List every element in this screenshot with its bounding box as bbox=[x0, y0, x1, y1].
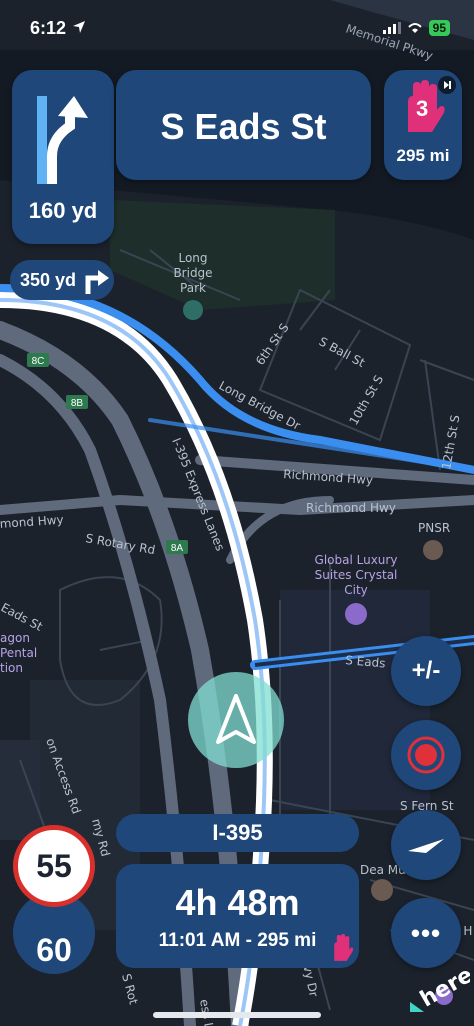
map-label-global-luxury-1: Global Luxury bbox=[315, 553, 398, 567]
compass-button[interactable] bbox=[391, 810, 461, 880]
map-label-pnsr: PNSR bbox=[418, 521, 450, 535]
pnsr-building-icon[interactable] bbox=[423, 540, 443, 560]
map-label-park-3: Park bbox=[180, 281, 206, 295]
speed-limit-sign: 55 bbox=[13, 825, 95, 907]
map-label-global-luxury-3: City bbox=[344, 583, 368, 597]
map-label-park-2: Bridge bbox=[173, 266, 212, 280]
current-position-marker bbox=[188, 672, 284, 768]
compass-icon bbox=[408, 839, 444, 853]
status-indicators: 95 bbox=[382, 20, 450, 36]
here-logo-text: here bbox=[416, 963, 470, 1012]
home-indicator[interactable] bbox=[153, 1012, 321, 1018]
map-label-global-luxury-2: Suites Crystal bbox=[315, 568, 398, 582]
map-label-richmond-hwy-2: Richmond Hwy bbox=[306, 501, 396, 515]
current-road-name: I-395 bbox=[212, 820, 263, 845]
status-time: 6:12 bbox=[30, 18, 67, 38]
destination-panel[interactable]: 3 295 mi bbox=[384, 70, 462, 180]
next-street-name: S Eads St bbox=[160, 106, 327, 147]
zoom-label: +/- bbox=[411, 657, 441, 684]
museum-pin-icon[interactable] bbox=[371, 879, 393, 901]
map-label-pentagon-1: agon bbox=[0, 631, 30, 645]
trip-arrival-summary: 11:01 AM - 295 mi bbox=[158, 930, 317, 951]
exit-8b-label: 8B bbox=[71, 398, 84, 409]
park-pin-icon[interactable] bbox=[183, 300, 203, 320]
destination-distance: 295 mi bbox=[396, 146, 450, 165]
following-maneuver-distance: 350 yd bbox=[20, 270, 77, 290]
current-speed-value: 60 bbox=[36, 931, 72, 968]
record-button[interactable] bbox=[391, 720, 461, 790]
street-name-panel[interactable]: S Eads St bbox=[116, 70, 371, 180]
trip-summary-panel[interactable]: 4h 48m 11:01 AM - 295 mi bbox=[116, 864, 359, 968]
record-icon bbox=[407, 736, 445, 774]
battery-indicator: 95 bbox=[428, 20, 450, 36]
here-logo: here bbox=[410, 962, 474, 1017]
map-label-pentagon-3: tion bbox=[0, 661, 23, 675]
turn-right-arrow-icon bbox=[85, 270, 109, 294]
exit-8a-label: 8A bbox=[171, 543, 184, 554]
speed-limit-value: 55 bbox=[36, 847, 72, 884]
waypoint-number: 3 bbox=[416, 96, 429, 121]
destination-hand-icon bbox=[334, 934, 354, 961]
map-label-park-1: Long bbox=[178, 251, 207, 265]
more-options-button[interactable]: ••• bbox=[391, 898, 461, 968]
map-label-pentagon-2: Pental bbox=[0, 646, 37, 660]
signal-icon bbox=[382, 22, 401, 34]
more-label: ••• bbox=[410, 917, 442, 948]
following-maneuver-pill[interactable]: 350 yd bbox=[10, 260, 114, 300]
wifi-icon bbox=[407, 23, 422, 33]
bear-right-arrow-icon bbox=[37, 96, 88, 184]
hotel-pin-icon[interactable] bbox=[345, 603, 367, 625]
current-road-pill: I-395 bbox=[116, 814, 359, 852]
here-logo-icon: here bbox=[410, 963, 474, 1012]
trip-duration: 4h 48m bbox=[175, 882, 300, 923]
maneuver-distance: 160 yd bbox=[28, 198, 98, 223]
navigation-arrow-icon bbox=[216, 694, 256, 744]
maneuver-panel[interactable]: 160 yd bbox=[12, 70, 114, 244]
status-bar: 6:12 95 bbox=[0, 0, 474, 56]
exit-8c-label: 8C bbox=[32, 356, 45, 367]
location-services-icon bbox=[73, 21, 85, 33]
zoom-button[interactable]: +/- bbox=[391, 636, 461, 706]
